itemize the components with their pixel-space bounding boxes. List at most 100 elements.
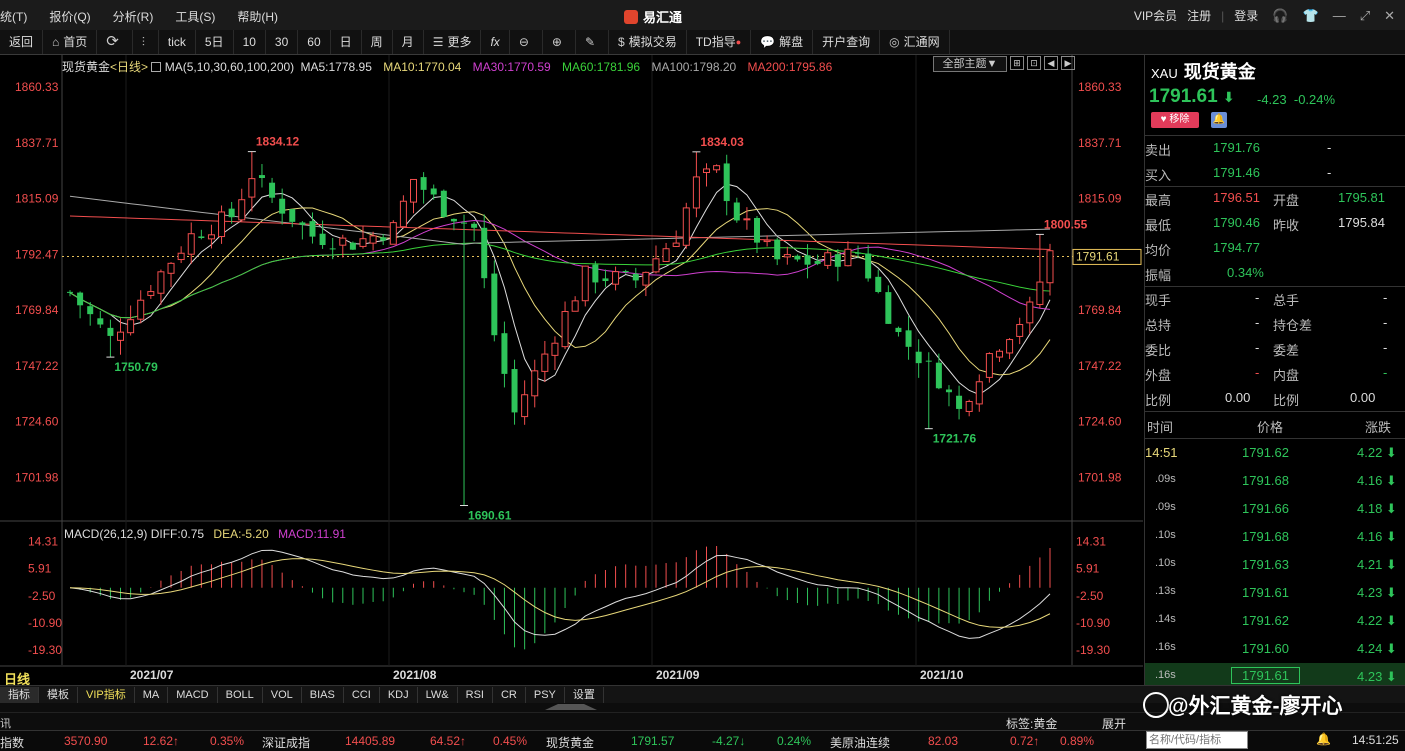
theme-button[interactable]: 全部主题▼ (933, 56, 1007, 72)
ticker-item-8: 现货黄金 (546, 736, 595, 750)
candle-body (187, 233, 195, 255)
huitong-link[interactable]: ◎ 汇通网 (880, 30, 950, 54)
indicator-tab-0[interactable]: 指标 (0, 686, 39, 704)
home-button[interactable]: ⌂ 首页 (43, 30, 98, 54)
candle-body (238, 199, 246, 221)
shirt-icon[interactable]: 👕 (1303, 8, 1319, 24)
indicator-tab-13[interactable]: PSY (526, 686, 565, 704)
tick-time: .09s (1155, 501, 1176, 513)
sim-trade-button[interactable]: $ 模拟交易 (609, 30, 687, 54)
indicator-tab-4[interactable]: MACD (168, 686, 218, 704)
period-60[interactable]: 60 (298, 30, 331, 54)
app-logo-icon (624, 10, 638, 24)
x-tick-label: 2021/09 (656, 668, 700, 682)
period-30[interactable]: 30 (266, 30, 299, 54)
td-guide-button[interactable]: TD指导● (687, 30, 752, 54)
search-input[interactable] (1146, 731, 1248, 749)
tick-change: 4.16 ⬇ (1357, 529, 1397, 544)
app-title-text: 易汇通 (643, 10, 683, 25)
y-tick-label: 1837.71 (15, 136, 59, 150)
indicator-tab-9[interactable]: KDJ (380, 686, 418, 704)
candle-body (97, 318, 104, 325)
zoom-out-button[interactable]: ⊖ (510, 30, 543, 54)
indicator-tab-5[interactable]: BOLL (218, 686, 263, 704)
indicator-tab-10[interactable]: LW& (418, 686, 458, 704)
indicator-tab-14[interactable]: 设置 (565, 686, 604, 704)
minimize-icon[interactable]: — (1333, 8, 1346, 23)
back-button[interactable]: 返回 (0, 30, 44, 54)
headset-icon[interactable]: 🎧 (1272, 8, 1288, 24)
candle-body (349, 242, 356, 250)
quote-name: 现货黄金 (1183, 62, 1256, 82)
tick-change: 4.24 ⬇ (1357, 641, 1397, 656)
macd-tick-label: -10.90 (28, 616, 62, 630)
zoom-out-icon: ⊖ (518, 35, 529, 49)
indicator-tab-3[interactable]: MA (135, 686, 169, 704)
menu-help[interactable]: 帮助(H) (237, 8, 278, 25)
tick-row: .10s 1791.68 4.16 ⬇ (1145, 523, 1405, 551)
indicator-tab-2[interactable]: VIP指标 (78, 686, 135, 704)
indicator-tab-6[interactable]: VOL (263, 686, 302, 704)
prev-icon[interactable]: ◀ (1044, 56, 1058, 70)
menu-analysis[interactable]: 分析(R) (113, 8, 154, 25)
tick-change: 4.21 ⬇ (1357, 557, 1397, 572)
macd-dea: DEA:-5.20 (213, 527, 269, 541)
indicator-tab-8[interactable]: CCI (344, 686, 380, 704)
register-link[interactable]: 注册 (1187, 7, 1211, 24)
period-month[interactable]: 月 (393, 30, 424, 54)
account-query-button[interactable]: 开户查询 (813, 30, 881, 54)
ticker-item-9: 1791.57 (631, 734, 675, 748)
kline-chart[interactable]: 1834.12 1750.79 1690.61 1834.03 1800.55 1721.… (0, 55, 1143, 685)
indicator-tab-11[interactable]: RSI (458, 686, 493, 704)
period-5d[interactable]: 5日 (196, 30, 234, 54)
y-tick-label-right: 1860.33 (1078, 80, 1122, 94)
period-day[interactable]: 日 (331, 30, 362, 54)
indicator-tab-12[interactable]: CR (493, 686, 526, 704)
tick-time: .16s (1155, 641, 1176, 653)
candle-body (299, 222, 306, 225)
login-link[interactable]: 登录 (1234, 7, 1258, 24)
menu-tools[interactable]: 工具(S) (175, 8, 215, 25)
candle-body (87, 306, 94, 315)
indicator-tab-1[interactable]: 模板 (39, 686, 78, 704)
draw-button[interactable]: ✎ (576, 30, 609, 54)
alert-bell-icon[interactable]: 🔔 (1211, 112, 1227, 128)
bell-status-icon[interactable]: 🔔 (1316, 732, 1331, 746)
analysis-button[interactable]: 💬 解盘 (751, 30, 814, 54)
tick-time: .14s (1155, 613, 1176, 625)
extreme-label: 1721.76 (933, 432, 977, 446)
tick-button[interactable]: tick (159, 30, 196, 54)
expand-icon[interactable]: ⊡ (1027, 56, 1041, 70)
more-button[interactable]: ☰ 更多 (424, 30, 482, 54)
candle-body (885, 292, 892, 324)
zoom-in-button[interactable]: ⊕ (543, 30, 576, 54)
next-icon[interactable]: ▶ (1061, 56, 1075, 70)
quote-title: XAU 现货黄金 (1151, 58, 1256, 84)
checkbox-icon[interactable] (151, 62, 162, 72)
high-open-row: 最高 1796.51 开盘 1795.81 (1145, 190, 1385, 208)
menu-system[interactable]: 统(T) (0, 8, 27, 25)
remove-watch-button[interactable]: ♥ 移除 (1151, 112, 1199, 128)
dollar-icon: $ (618, 35, 625, 49)
menu-quote[interactable]: 报价(Q) (49, 8, 90, 25)
restore-icon[interactable]: ⤢ (1360, 8, 1370, 24)
close-icon[interactable]: ✕ (1384, 8, 1395, 24)
chart-area[interactable]: 1834.12 1750.79 1690.61 1834.03 1800.55 1721.… (0, 55, 1143, 685)
tick-row: .09s 1791.68 4.16 ⬇ (1145, 467, 1405, 495)
formula-button[interactable]: fx (481, 30, 510, 54)
vip-link[interactable]: VIP会员 (1134, 7, 1177, 24)
period-10[interactable]: 10 (234, 30, 266, 54)
tick-time: .16s (1155, 669, 1176, 681)
outer-inner-row: 外盘 - 内盘 - (1145, 365, 1388, 383)
tick-change: 4.23 ⬇ (1357, 669, 1397, 684)
y-tick-label: 1815.09 (15, 192, 59, 206)
period-week[interactable]: 周 (362, 30, 393, 54)
scroll-handle[interactable] (545, 704, 597, 710)
candle-body (662, 248, 670, 263)
candle-button[interactable]: ⫶ (133, 30, 159, 54)
fit-icon[interactable]: ⊞ (1010, 56, 1024, 70)
refresh-button[interactable]: ⟳ (97, 30, 133, 54)
candle-body (774, 239, 781, 260)
chart-legend: 现货黄金<日线> MA(5,10,30,60,100,200) MA5:1778… (62, 58, 832, 75)
indicator-tab-7[interactable]: BIAS (302, 686, 344, 704)
